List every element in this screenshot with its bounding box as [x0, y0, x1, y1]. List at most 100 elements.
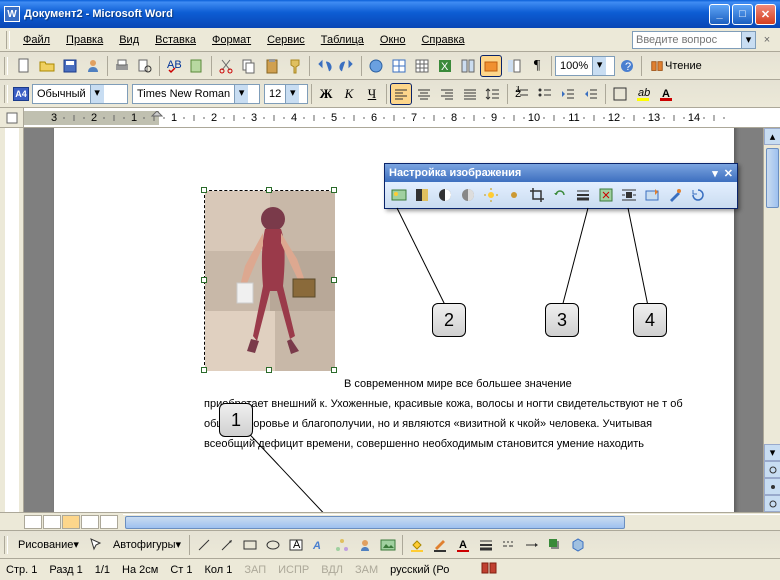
textbox-tool-button[interactable]: A [285, 534, 307, 556]
set-transparent-button[interactable] [664, 184, 686, 206]
research-button[interactable] [186, 55, 208, 77]
horizontal-scrollbar[interactable] [123, 514, 780, 530]
window-close-doc-icon[interactable]: × [760, 34, 774, 46]
paste-button[interactable] [261, 55, 283, 77]
select-objects-button[interactable] [85, 534, 107, 556]
help-search-input[interactable] [632, 31, 742, 49]
rotate-left-button[interactable] [549, 184, 571, 206]
insert-table-button[interactable] [411, 55, 433, 77]
more-contrast-button[interactable] [434, 184, 456, 206]
new-doc-button[interactable] [13, 55, 35, 77]
open-button[interactable] [36, 55, 58, 77]
font-combo[interactable]: Times New Roman▾ [132, 84, 260, 104]
autoshapes-button[interactable]: Автофигуры ▾ [108, 534, 186, 556]
numbered-list-button[interactable]: 12 [511, 83, 533, 105]
status-ovr[interactable]: ЗАМ [355, 564, 378, 576]
status-trk[interactable]: ИСПР [278, 564, 309, 576]
copy-button[interactable] [238, 55, 260, 77]
scroll-down-icon[interactable]: ▾ [764, 444, 780, 461]
undo-button[interactable] [313, 55, 335, 77]
prev-page-icon[interactable] [764, 461, 780, 478]
page-viewport[interactable]: В современном мире все большее значение … [24, 128, 780, 512]
compress-pictures-button[interactable] [595, 184, 617, 206]
print-button[interactable] [111, 55, 133, 77]
columns-button[interactable] [457, 55, 479, 77]
show-marks-button[interactable]: ¶ [526, 55, 548, 77]
wordart-button[interactable]: A [308, 534, 330, 556]
read-mode-button[interactable]: Чтение [645, 55, 708, 77]
help-button[interactable]: ? [616, 55, 638, 77]
grip-icon[interactable] [6, 31, 10, 49]
print-preview-button[interactable] [134, 55, 156, 77]
color-mode-button[interactable] [411, 184, 433, 206]
vertical-scrollbar[interactable]: ▴ ▾ [763, 128, 780, 512]
dash-style-button[interactable] [498, 534, 520, 556]
status-lang[interactable]: русский (Ро [390, 564, 449, 576]
menu-help[interactable]: Справка [414, 32, 471, 48]
menu-file[interactable]: Файл [16, 32, 57, 48]
picture-toolbar-title[interactable]: Настройка изображения ▾ ✕ [385, 164, 737, 182]
scroll-up-icon[interactable]: ▴ [764, 128, 780, 145]
menu-table[interactable]: Таблица [314, 32, 371, 48]
normal-view-button[interactable] [24, 515, 42, 529]
more-brightness-button[interactable] [480, 184, 502, 206]
document-text[interactable]: В современном мире все большее значение … [204, 374, 694, 454]
picture-toolbar[interactable]: Настройка изображения ▾ ✕ [384, 163, 738, 209]
reading-view-button[interactable] [100, 515, 118, 529]
web-view-button[interactable] [43, 515, 61, 529]
next-page-icon[interactable] [764, 495, 780, 512]
selected-image[interactable] [204, 190, 334, 370]
menu-window[interactable]: Окно [373, 32, 413, 48]
grip-icon[interactable] [4, 536, 8, 554]
format-picture-button[interactable] [641, 184, 663, 206]
highlight-button[interactable]: ab [632, 83, 654, 105]
cut-button[interactable] [215, 55, 237, 77]
arrow-style-button[interactable] [521, 534, 543, 556]
arrow-tool-button[interactable] [216, 534, 238, 556]
line-weight-button[interactable] [475, 534, 497, 556]
font-size-combo[interactable]: 12▾ [264, 84, 308, 104]
bullet-list-button[interactable] [534, 83, 556, 105]
styles-pane-icon[interactable]: A4 [13, 87, 29, 101]
zoom-combo[interactable]: 100%▾ [555, 56, 615, 76]
toolbar-close-icon[interactable]: ✕ [724, 167, 733, 180]
font-color-draw-button[interactable]: A [452, 534, 474, 556]
status-ext[interactable]: ВДЛ [321, 564, 343, 576]
reset-picture-button[interactable] [687, 184, 709, 206]
rectangle-tool-button[interactable] [239, 534, 261, 556]
borders-button[interactable] [609, 83, 631, 105]
close-button[interactable]: ✕ [755, 4, 776, 25]
increase-indent-button[interactable] [580, 83, 602, 105]
align-center-button[interactable] [413, 83, 435, 105]
menu-view[interactable]: Вид [112, 32, 146, 48]
line-color-button[interactable] [429, 534, 451, 556]
save-button[interactable] [59, 55, 81, 77]
line-style-button[interactable] [572, 184, 594, 206]
excel-button[interactable]: X [434, 55, 456, 77]
underline-button[interactable]: Ч [361, 83, 383, 105]
menu-format[interactable]: Формат [205, 32, 258, 48]
text-wrapping-button[interactable] [618, 184, 640, 206]
ruler-corner-icon[interactable] [0, 108, 24, 128]
clipart-button[interactable] [354, 534, 376, 556]
insert-picture-button[interactable] [388, 184, 410, 206]
line-tool-button[interactable] [193, 534, 215, 556]
bold-button[interactable]: Ж [315, 83, 337, 105]
format-painter-button[interactable] [284, 55, 306, 77]
draw-menu-button[interactable]: Рисование ▾ [13, 534, 84, 556]
align-right-button[interactable] [436, 83, 458, 105]
shadow-button[interactable] [544, 534, 566, 556]
menu-edit[interactable]: Правка [59, 32, 110, 48]
insert-picture-button[interactable] [377, 534, 399, 556]
scroll-thumb[interactable] [766, 148, 779, 208]
oval-tool-button[interactable] [262, 534, 284, 556]
hyperlink-button[interactable] [365, 55, 387, 77]
drawing-toggle-button[interactable] [480, 55, 502, 77]
minimize-button[interactable]: _ [709, 4, 730, 25]
less-contrast-button[interactable] [457, 184, 479, 206]
font-color-button[interactable]: A [655, 83, 677, 105]
vertical-ruler[interactable] [0, 128, 24, 512]
outline-view-button[interactable] [81, 515, 99, 529]
toolbar-options-icon[interactable]: ▾ [712, 167, 718, 180]
permissions-button[interactable] [82, 55, 104, 77]
